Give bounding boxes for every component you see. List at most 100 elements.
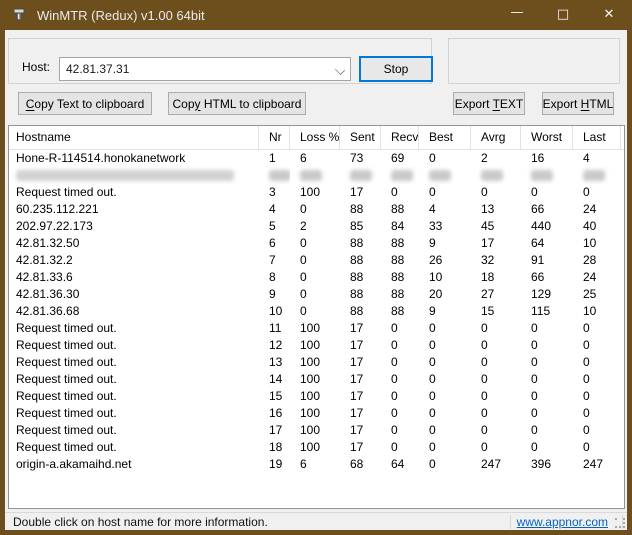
export-text-button[interactable]: Export TEXT: [453, 92, 525, 115]
value-cell: 0: [573, 422, 621, 439]
hostname-cell: Request timed out.: [9, 388, 259, 405]
value-cell: 40: [573, 218, 621, 235]
column-header-loss[interactable]: Loss %: [290, 126, 340, 150]
column-header-last[interactable]: Last: [573, 126, 621, 150]
value-cell: 0: [419, 422, 471, 439]
table-row[interactable]: Hone-R-114514.honokanetwork16736902164: [9, 150, 624, 167]
table-row[interactable]: 42.81.32.270888826329128: [9, 252, 624, 269]
copy-html-button[interactable]: Copy HTML to clipboard: [168, 92, 306, 115]
value-cell: 100: [290, 371, 340, 388]
appnor-link[interactable]: www.appnor.com: [517, 515, 608, 529]
column-header-nr[interactable]: Nr: [259, 126, 290, 150]
value-cell: 0: [419, 354, 471, 371]
column-header-best[interactable]: Best: [419, 126, 471, 150]
value-cell: 0: [573, 388, 621, 405]
table-row[interactable]: 42.81.36.68100888891511510: [9, 303, 624, 320]
table-row[interactable]: 202.97.22.173528584334544040: [9, 218, 624, 235]
copy-text-button[interactable]: Copy Text to clipboard: [18, 92, 152, 115]
value-cell: 15: [471, 303, 521, 320]
column-header-recv[interactable]: Recv: [381, 126, 419, 150]
export-html-button[interactable]: Export HTML: [542, 92, 614, 115]
value-cell: 6: [290, 456, 340, 473]
column-header-worst[interactable]: Worst: [521, 126, 573, 150]
maximize-button[interactable]: □: [540, 0, 586, 30]
value-cell: 2: [471, 150, 521, 167]
redacted-blur: [269, 170, 290, 181]
table-row[interactable]: Request timed out.131001700000: [9, 354, 624, 371]
value-cell: 88: [340, 201, 381, 218]
table-row[interactable]: Request timed out.121001700000: [9, 337, 624, 354]
table-row[interactable]: origin-a.akamaihd.net19668640247396247: [9, 456, 624, 473]
value-cell: 4: [259, 201, 290, 218]
value-cell: 0: [573, 184, 621, 201]
table-row[interactable]: Request timed out.141001700000: [9, 371, 624, 388]
column-header-hostname[interactable]: Hostname: [9, 126, 259, 150]
value-cell: 0: [471, 337, 521, 354]
value-cell: 0: [521, 337, 573, 354]
redacted-blur: [481, 170, 503, 181]
value-cell: 0: [381, 354, 419, 371]
value-cell: 0: [381, 388, 419, 405]
value-cell: 100: [290, 354, 340, 371]
value-cell: 0: [381, 320, 419, 337]
close-button[interactable]: ✕: [586, 0, 632, 30]
hostname-cell: Hone-R-114514.honokanetwork: [9, 150, 259, 167]
value-cell: 16: [521, 150, 573, 167]
value-cell: 28: [573, 252, 621, 269]
value-cell: 6: [259, 235, 290, 252]
hostname-cell: 42.81.32.50: [9, 235, 259, 252]
value-cell: 13: [471, 201, 521, 218]
value-cell: 100: [290, 422, 340, 439]
status-message: Double click on host name for more infor…: [5, 515, 510, 529]
value-cell: 100: [290, 320, 340, 337]
table-row[interactable]: Request timed out.31001700000: [9, 184, 624, 201]
table-row[interactable]: Request timed out.171001700000: [9, 422, 624, 439]
hostname-cell: Request timed out.: [9, 184, 259, 201]
value-cell: 0: [381, 184, 419, 201]
column-header-sent[interactable]: Sent: [340, 126, 381, 150]
value-cell: 17: [340, 337, 381, 354]
table-header: HostnameNrLoss %SentRecvBestAvrgWorstLas…: [9, 126, 624, 150]
table-rows: Hone-R-114514.honokanetwork16736902164Re…: [9, 150, 624, 473]
table-row[interactable]: 42.81.33.680888810186624: [9, 269, 624, 286]
value-cell: 0: [381, 405, 419, 422]
table-row[interactable]: 60.235.112.2214088884136624: [9, 201, 624, 218]
value-cell: 45: [471, 218, 521, 235]
chevron-down-icon[interactable]: [332, 58, 350, 80]
table-row[interactable]: Request timed out.161001700000: [9, 405, 624, 422]
hostname-cell: Request timed out.: [9, 320, 259, 337]
value-cell: 0: [521, 388, 573, 405]
table-row[interactable]: 42.81.32.506088889176410: [9, 235, 624, 252]
resize-grip[interactable]: [613, 516, 625, 528]
value-cell: 6: [290, 150, 340, 167]
title-bar[interactable]: WinMTR (Redux) v1.00 64bit — □ ✕: [0, 0, 632, 30]
minimize-icon: —: [511, 0, 524, 28]
hop-table: HostnameNrLoss %SentRecvBestAvrgWorstLas…: [8, 125, 625, 509]
table-row[interactable]: [9, 167, 624, 184]
value-cell: 0: [419, 184, 471, 201]
host-combobox[interactable]: [59, 57, 351, 81]
minimize-button[interactable]: —: [494, 0, 540, 30]
value-cell: [521, 167, 573, 184]
table-row[interactable]: 42.81.36.30908888202712925: [9, 286, 624, 303]
stop-button[interactable]: Stop: [359, 56, 433, 82]
value-cell: 0: [290, 201, 340, 218]
value-cell: 17: [340, 405, 381, 422]
value-cell: 100: [290, 439, 340, 456]
value-cell: 0: [290, 286, 340, 303]
value-cell: 64: [521, 235, 573, 252]
value-cell: 17: [340, 184, 381, 201]
value-cell: 32: [471, 252, 521, 269]
value-cell: 0: [419, 405, 471, 422]
table-row[interactable]: Request timed out.151001700000: [9, 388, 624, 405]
table-row[interactable]: Request timed out.181001700000: [9, 439, 624, 456]
table-row[interactable]: Request timed out.111001700000: [9, 320, 624, 337]
value-cell: 0: [471, 184, 521, 201]
host-input[interactable]: [60, 62, 332, 76]
value-cell: 0: [573, 371, 621, 388]
column-header-avrg[interactable]: Avrg: [471, 126, 521, 150]
value-cell: 0: [419, 320, 471, 337]
redacted-blur: [300, 170, 322, 181]
value-cell: 0: [573, 405, 621, 422]
hostname-cell: 202.97.22.173: [9, 218, 259, 235]
